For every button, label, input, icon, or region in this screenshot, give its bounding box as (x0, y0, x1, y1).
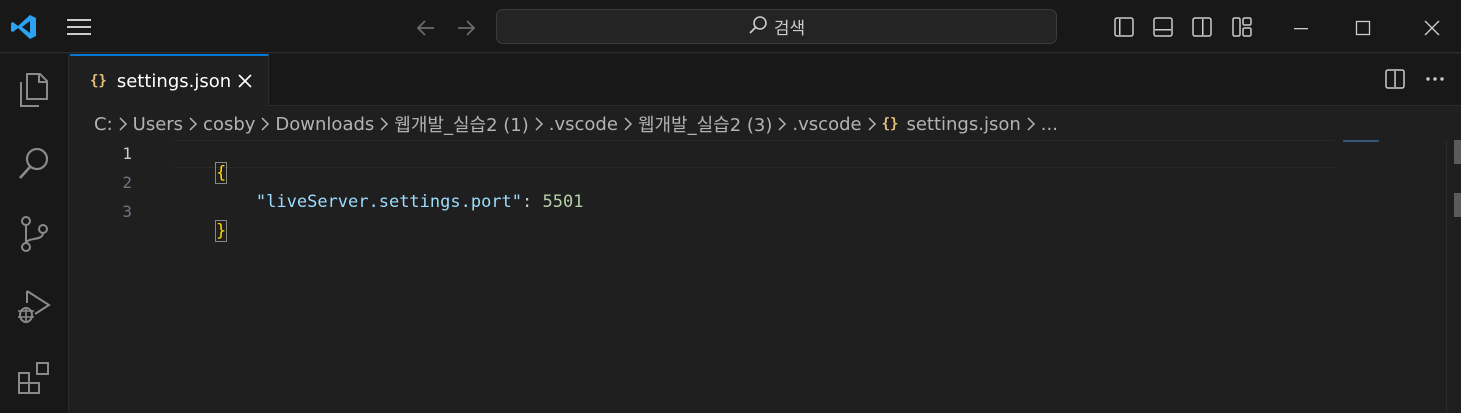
chevron-right-icon (862, 117, 882, 131)
json-value: 5501 (542, 192, 584, 212)
toggle-primary-sidebar-icon[interactable] (1112, 15, 1136, 39)
breadcrumb-item[interactable]: Users (133, 114, 183, 135)
more-actions-icon[interactable] (1424, 68, 1448, 92)
search-label: 검색 (773, 19, 806, 39)
json-brace-close: } (214, 220, 228, 242)
code-editor[interactable]: 1 2 3 { "liveServer.settings.port": 5501… (70, 140, 1461, 413)
breadcrumb-item[interactable]: C: (94, 114, 113, 135)
toggle-panel-icon[interactable] (1151, 15, 1175, 39)
arrow-right-icon[interactable] (454, 16, 478, 40)
chevron-right-icon (618, 117, 638, 131)
source-control-icon[interactable] (14, 214, 54, 254)
command-center-search[interactable]: 검색 (496, 9, 1057, 44)
json-key: "liveServer.settings.port" (255, 192, 523, 212)
code-line[interactable]: "liveServer.settings.port": 5501 (174, 172, 584, 232)
tab-title: settings.json (116, 70, 232, 92)
run-debug-icon[interactable] (14, 286, 54, 326)
json-icon: {} (881, 116, 899, 132)
maximize-icon[interactable] (1350, 15, 1376, 41)
minimap[interactable] (1343, 140, 1379, 142)
arrow-left-icon[interactable] (414, 16, 438, 40)
breadcrumb-item[interactable]: .vscode (549, 114, 618, 135)
activity-bar (0, 54, 69, 413)
breadcrumb-item[interactable]: 웹개발_실습2 (3) (638, 111, 772, 137)
breadcrumb-item-symbol[interactable]: ... (1041, 114, 1058, 135)
customize-layout-icon[interactable] (1230, 15, 1254, 39)
close-icon[interactable] (1419, 15, 1445, 41)
title-bar: 검색 (0, 0, 1461, 53)
split-editor-icon[interactable] (1384, 68, 1408, 92)
overview-ruler (1446, 140, 1447, 413)
search-icon (748, 15, 768, 39)
vscode-logo-icon (10, 13, 38, 41)
menu-icon[interactable] (66, 16, 92, 38)
editor-tab-bar: {} settings.json (70, 54, 1461, 106)
breadcrumb-item[interactable]: Downloads (275, 114, 374, 135)
current-line-highlight (174, 140, 1334, 168)
breadcrumb-item[interactable]: 웹개발_실습2 (1) (394, 111, 528, 137)
chevron-right-icon (529, 117, 549, 131)
breadcrumb-item[interactable]: cosby (203, 114, 255, 135)
line-number: 2 (122, 173, 132, 192)
line-number: 3 (122, 202, 132, 221)
breadcrumb-file-label: settings.json (906, 113, 1021, 135)
minimize-icon[interactable] (1288, 15, 1314, 41)
chevron-right-icon (772, 117, 792, 131)
scrollbar-marker[interactable] (1454, 140, 1461, 164)
line-number: 1 (122, 144, 132, 163)
extensions-icon[interactable] (14, 358, 54, 398)
json-separator: : (522, 192, 543, 212)
explorer-icon[interactable] (14, 70, 54, 110)
breadcrumb: C: Users cosby Downloads 웹개발_실습2 (1) .vs… (94, 110, 1058, 138)
chevron-right-icon (374, 117, 394, 131)
tab-settings-json[interactable]: {} settings.json (70, 54, 269, 106)
breadcrumb-item[interactable]: .vscode (792, 114, 861, 135)
code-line[interactable]: } (174, 201, 228, 261)
chevron-right-icon (1021, 117, 1041, 131)
search-view-icon[interactable] (14, 143, 54, 183)
toggle-secondary-sidebar-icon[interactable] (1190, 15, 1214, 39)
chevron-right-icon (183, 117, 203, 131)
breadcrumb-item-file[interactable]: {} settings.json (882, 114, 1021, 135)
tab-close-icon[interactable] (234, 70, 256, 92)
scrollbar-marker[interactable] (1454, 193, 1461, 217)
chevron-right-icon (255, 117, 275, 131)
chevron-right-icon (113, 117, 133, 131)
json-icon: {} (90, 73, 107, 89)
